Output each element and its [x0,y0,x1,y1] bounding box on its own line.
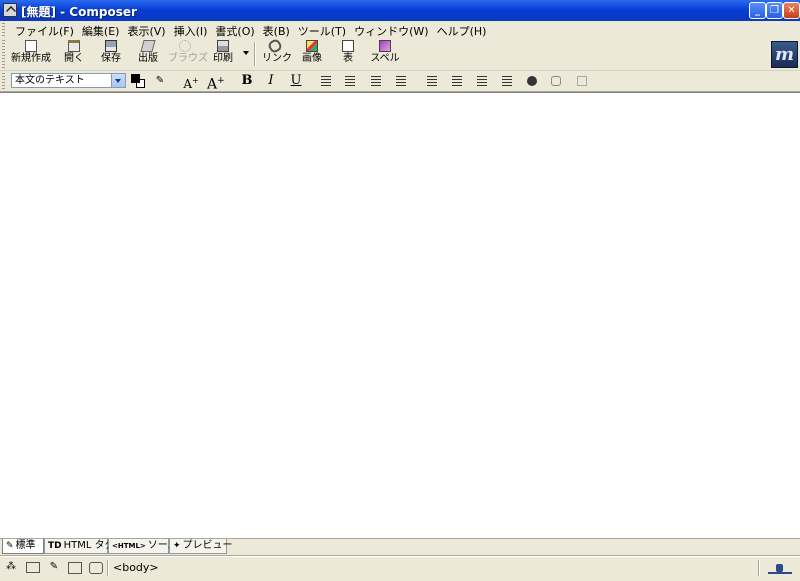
table-label: 表 [343,53,353,64]
open-label: 開く [64,53,84,64]
outdent-icon[interactable] [371,76,381,86]
browse-button[interactable]: ブラウズ [168,39,208,69]
indent-icon[interactable] [396,76,406,86]
link-chain-icon [266,37,284,55]
table-icon [342,40,354,52]
format-toolbar: 本文のテキスト ✎ A+ A+ B I U [0,71,800,93]
open-button[interactable]: 開く [60,39,88,69]
image-label: 画像 [302,53,322,64]
highlight-pen-icon[interactable]: ✎ [152,73,168,89]
new-button[interactable]: 新規作成 [11,39,51,69]
composition-toolbar: 新規作成 開く 保存 出版 ブラウズ 印刷 リンク 画像 表 スペル m [0,37,800,71]
print-dropdown-icon[interactable] [243,51,249,55]
save-button[interactable]: 保存 [98,39,124,69]
chevron-down-icon[interactable] [111,74,125,87]
italic-button[interactable]: I [263,73,279,89]
status-separator [758,560,759,576]
mail-icon[interactable] [26,562,40,573]
save-disk-icon [105,40,117,52]
publish-label: 出版 [138,53,158,64]
font-smaller-icon[interactable]: A+ [183,73,199,91]
justify-icon[interactable] [502,76,512,86]
minimize-button[interactable]: _ [749,2,766,19]
align-right-icon[interactable] [477,76,487,86]
layer-icon[interactable] [577,76,587,86]
title-bar: [無題] - Composer _ ❐ ✕ [0,0,800,21]
save-label: 保存 [101,53,121,64]
spell-label: スペル [370,53,400,64]
text-color-swatch[interactable] [131,74,140,83]
maximize-button[interactable]: ❐ [766,2,783,19]
print-label: 印刷 [213,53,233,64]
align-center-icon[interactable] [452,76,462,86]
publish-icon [140,40,156,52]
navigator-icon[interactable]: ⁂ [4,561,18,573]
toolbar-separator [254,42,255,66]
new-label: 新規作成 [11,53,51,64]
menu-bar: ファイル(F) 編集(E) 表示(V) 挿入(I) 書式(O) 表(B) ツール… [0,21,800,39]
edit-mode-tabs: ✎ 標準 TD HTML タグ <HTML> ソース ✦ プレビュー [0,538,800,556]
tab-preview[interactable]: ✦ プレビュー [169,539,233,554]
paragraph-format-value: 本文のテキスト [15,75,85,86]
bold-button[interactable]: B [239,73,255,89]
spell-button[interactable]: スペル [370,39,400,69]
browse-icon [179,40,191,52]
underline-button[interactable]: U [288,73,304,89]
address-book-icon[interactable] [68,562,82,574]
link-label: リンク [262,53,292,64]
td-tag-icon: TD [48,541,62,551]
bullet-list-icon[interactable] [321,76,331,86]
publish-button[interactable]: 出版 [135,39,161,69]
toolbar-grip[interactable] [2,40,5,68]
spell-check-icon [379,40,391,52]
formatbar-grip[interactable] [2,73,5,89]
online-status-icon[interactable] [768,563,792,574]
structure-element[interactable]: <body> [113,561,159,574]
window-title: [無題] - Composer [21,5,137,19]
composer-pen-icon[interactable]: ✎ [47,561,61,573]
preview-icon: ✦ [173,541,181,551]
browse-label: ブラウズ [168,53,208,64]
align-left-icon[interactable] [427,76,437,86]
tab-preview-label: プレビュー [182,540,233,551]
html-source-icon: <HTML> [112,542,146,550]
open-folder-icon [68,40,80,52]
link-button[interactable]: リンク [262,37,292,69]
status-bar: ⁂ ✎ <body> [0,556,800,581]
pen-icon: ✎ [6,541,14,551]
close-button[interactable]: ✕ [783,2,800,19]
image-icon [306,40,318,52]
table-button[interactable]: 表 [336,39,360,69]
composer-app-icon[interactable] [3,3,17,17]
anchor-icon[interactable] [527,76,537,86]
paragraph-format-select[interactable]: 本文のテキスト [11,73,126,88]
printer-icon [217,40,229,52]
image-button[interactable]: 画像 [299,39,325,69]
tab-source[interactable]: <HTML> ソース [108,539,177,554]
status-separator [107,560,108,576]
new-document-icon [25,40,37,52]
editing-area[interactable] [0,92,800,538]
print-button[interactable]: 印刷 [209,39,237,69]
tab-html-tags-label: HTML タグ [63,540,115,551]
chat-icon[interactable] [89,562,103,574]
tab-normal-label: 標準 [15,540,36,551]
throbber-logo[interactable]: m [771,41,798,68]
font-larger-icon[interactable]: A+ [207,73,225,93]
position-icon[interactable] [551,76,561,86]
tab-normal[interactable]: ✎ 標準 [2,539,44,554]
menubar-grip[interactable] [2,23,5,36]
tab-html-tags[interactable]: TD HTML タグ [44,539,115,554]
numbered-list-icon[interactable] [345,76,355,86]
